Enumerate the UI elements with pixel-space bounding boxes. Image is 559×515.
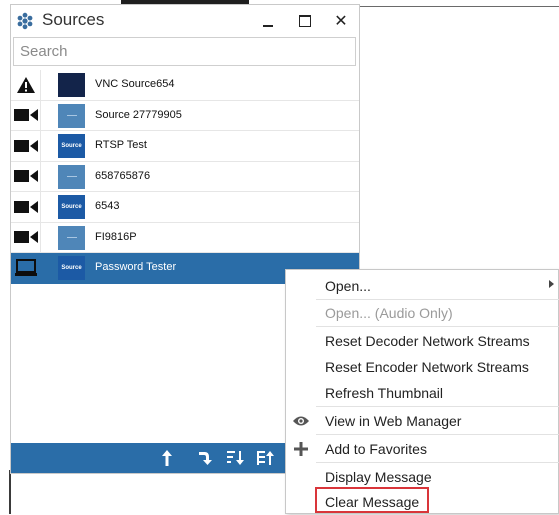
source-name: RTSP Test (95, 139, 147, 151)
menu-item-view-in-web-manager[interactable]: View in Web Manager (286, 408, 559, 434)
sort-filter-icon[interactable] (257, 450, 275, 466)
minimize-button[interactable] (255, 8, 281, 34)
status-cell (11, 192, 41, 222)
source-name: Source 27779905 (95, 108, 182, 121)
menu-item-label: Refresh Thumbnail (325, 385, 444, 401)
source-thumbnail (58, 103, 85, 128)
menu-item-label: Display Message (325, 469, 432, 485)
status-cell (11, 253, 41, 283)
status-cell (11, 161, 41, 191)
camera-icon (13, 231, 38, 244)
source-thumbnail: Source (58, 134, 85, 158)
source-row[interactable]: Source RTSP Test (11, 131, 359, 162)
status-cell (11, 100, 41, 130)
source-row[interactable]: 658765876 (11, 161, 359, 192)
source-row[interactable]: Source 27779905 (11, 100, 359, 131)
minimize-icon (263, 25, 273, 27)
status-cell (11, 70, 41, 100)
title-bar[interactable]: Sources ✕ (11, 5, 359, 35)
menu-item-reset-encoder-streams[interactable]: Reset Encoder Network Streams (286, 354, 559, 380)
status-cell (11, 131, 41, 161)
source-name: FI9816P (95, 230, 137, 243)
source-name: 658765876 (95, 169, 151, 182)
menu-item-open-audio-only: Open... (Audio Only) (286, 300, 559, 326)
source-thumbnail: Source (58, 256, 85, 280)
menu-item-refresh-thumbnail[interactable]: Refresh Thumbnail (286, 380, 559, 406)
menu-item-label: Reset Decoder Network Streams (325, 333, 530, 349)
camera-icon (13, 139, 38, 152)
source-row[interactable]: FI9816P (11, 222, 359, 253)
close-button[interactable]: ✕ (328, 8, 354, 34)
sort-ascending-icon[interactable] (227, 450, 245, 466)
warning-icon (16, 76, 35, 93)
source-name: 6543 (95, 200, 120, 212)
maximize-icon (299, 15, 311, 27)
menu-divider (316, 434, 559, 435)
menu-item-label: Reset Encoder Network Streams (325, 359, 529, 375)
submenu-arrow-icon (549, 280, 554, 288)
menu-item-label: View in Web Manager (325, 413, 462, 429)
upload-arrow-icon[interactable] (161, 450, 173, 466)
search-box (13, 37, 356, 66)
context-menu: Open... Open... (Audio Only) Reset Decod… (285, 269, 559, 514)
plus-icon (291, 440, 311, 458)
camera-icon (13, 109, 38, 122)
source-thumbnail: Source (58, 195, 85, 219)
menu-item-label: Open... (Audio Only) (325, 305, 453, 321)
source-thumbnail (58, 164, 85, 189)
hexagon-cluster-icon (16, 12, 34, 30)
monitor-icon (14, 258, 37, 276)
source-thumbnail (58, 225, 85, 250)
menu-item-add-to-favorites[interactable]: Add to Favorites (286, 436, 559, 462)
search-input[interactable] (14, 38, 355, 65)
menu-divider (316, 326, 559, 327)
status-cell (11, 222, 41, 252)
source-name: VNC Source654 (95, 78, 175, 90)
menu-item-reset-decoder-streams[interactable]: Reset Decoder Network Streams (286, 328, 559, 354)
camera-icon (13, 170, 38, 183)
source-row[interactable]: Source 6543 (11, 192, 359, 223)
background-window-edge (9, 470, 11, 514)
menu-item-label: Open... (325, 278, 371, 294)
source-thumbnail (58, 73, 85, 97)
window-title: Sources (42, 10, 105, 29)
redirect-arrow-icon[interactable] (197, 450, 213, 466)
menu-item-label: Add to Favorites (325, 441, 427, 457)
menu-item-open[interactable]: Open... (286, 273, 559, 299)
eye-icon (291, 412, 311, 430)
source-name: Password Tester (95, 261, 177, 273)
source-list: VNC Source654 Source 27779905 Source RTS… (11, 70, 359, 284)
menu-divider (316, 462, 559, 463)
maximize-button[interactable] (292, 8, 318, 34)
menu-divider (316, 406, 559, 407)
source-row[interactable]: VNC Source654 (11, 70, 359, 101)
camera-icon (13, 200, 38, 213)
close-icon: ✕ (334, 13, 348, 30)
highlight-box (315, 487, 429, 513)
